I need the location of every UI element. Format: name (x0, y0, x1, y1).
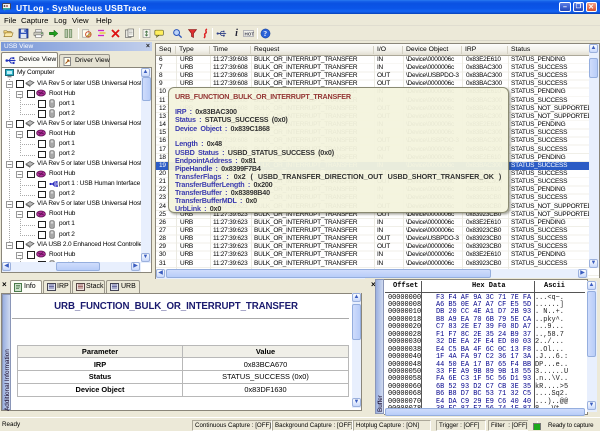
svg-text:HOT: HOT (244, 31, 254, 36)
svg-text:?: ? (263, 29, 267, 38)
